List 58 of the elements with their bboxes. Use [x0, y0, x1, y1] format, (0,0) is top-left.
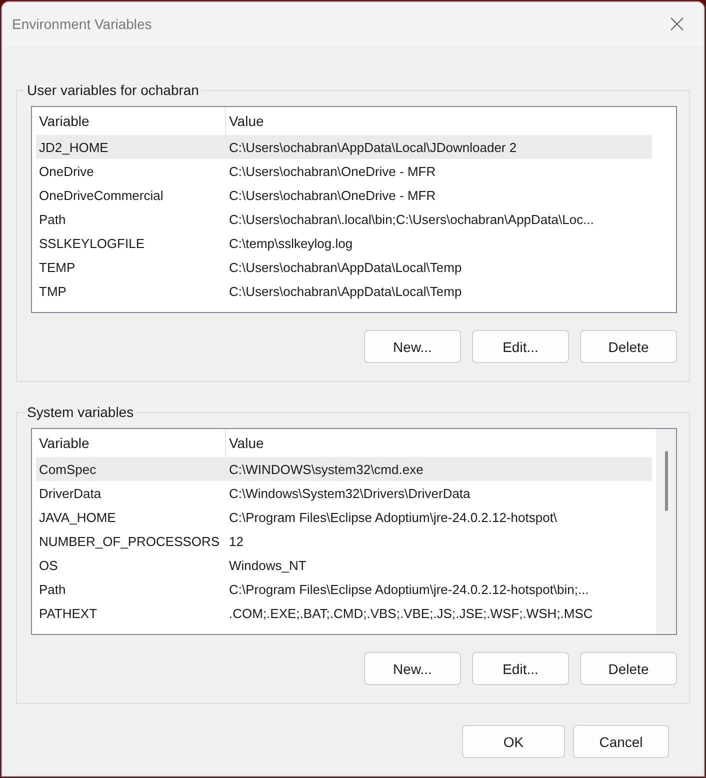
- variable-value: C:\Program Files\Eclipse Adoptium\jre-24.0.2.12-hotspot\bin;...: [228, 582, 589, 596]
- variable-name: TMP: [38, 284, 66, 298]
- list-row[interactable]: JAVA_HOME C:\Program Files\Eclipse Adoptium\jre-24.0.2.12-hotspot\: [36, 505, 652, 529]
- variable-name: OneDriveCommercial: [38, 188, 164, 202]
- window-title: Environment Variables: [12, 16, 152, 32]
- variable-value: C:\Users\ochabran\OneDrive - MFR: [228, 164, 436, 178]
- variable-value: C:\Users\ochabran\.local\bin;C:\Users\ochabran\AppData\Loc...: [228, 212, 594, 226]
- list-row[interactable]: TMP C:\Users\ochabran\AppData\Local\Temp: [36, 279, 652, 303]
- variable-name: Path: [38, 582, 66, 596]
- action-button[interactable]: Edit...: [472, 652, 569, 685]
- variable-value: C:\Windows\System32\Drivers\DriverData: [228, 486, 470, 500]
- action-button[interactable]: Delete: [580, 330, 677, 363]
- action-button[interactable]: New...: [364, 330, 461, 363]
- variable-value: 12: [228, 534, 244, 548]
- list-row[interactable]: PATHEXT .COM;.EXE;.BAT;.CMD;.VBS;.VBE;.JS;.JSE;.WSF;.WSH;.MSC: [36, 601, 652, 625]
- list-row[interactable]: TEMP C:\Users\ochabran\AppData\Local\Temp: [36, 255, 652, 279]
- variable-name: JAVA_HOME: [38, 510, 116, 524]
- dialog-button[interactable]: OK: [462, 725, 565, 758]
- list-row[interactable]: Path C:\Program Files\Eclipse Adoptium\jre-24.0.2.12-hotspot\bin;...: [36, 577, 652, 601]
- action-button[interactable]: Delete: [580, 652, 677, 685]
- list-row[interactable]: OS Windows_NT: [36, 553, 652, 577]
- close-icon: [670, 17, 684, 31]
- variable-name: ComSpec: [38, 462, 96, 476]
- variable-value: C:\Users\ochabran\AppData\Local\JDownloader 2: [228, 140, 517, 154]
- variable-value: C:\Users\ochabran\AppData\Local\Temp: [228, 260, 462, 274]
- scrollbar-thumb[interactable]: [664, 451, 668, 511]
- list-row[interactable]: OneDriveCommercial C:\Users\ochabran\OneDrive - MFR: [36, 183, 652, 207]
- variable-value: C:\temp\sslkeylog.log: [228, 236, 353, 250]
- variable-value: C:\WINDOWS\system32\cmd.exe: [228, 462, 424, 476]
- list-row[interactable]: JD2_HOME C:\Users\ochabran\AppData\Local\JDownloader 2: [36, 135, 652, 159]
- variable-value: .COM;.EXE;.BAT;.CMD;.VBS;.VBE;.JS;.JSE;.WSF;.WSH;.MSC: [228, 606, 593, 620]
- list-row[interactable]: OneDrive C:\Users\ochabran\OneDrive - MFR: [36, 159, 652, 183]
- list-row[interactable]: ComSpec C:\WINDOWS\system32\cmd.exe: [36, 457, 652, 481]
- variable-name: OneDrive: [38, 164, 94, 178]
- variable-value: C:\Users\ochabran\OneDrive - MFR: [228, 188, 436, 202]
- variable-name: TEMP: [38, 260, 76, 274]
- variable-name: JD2_HOME: [38, 140, 108, 154]
- column-header[interactable]: Value: [226, 429, 652, 457]
- list-row[interactable]: DriverData C:\Windows\System32\Drivers\DriverData: [36, 481, 652, 505]
- column-header[interactable]: Value: [226, 107, 652, 135]
- list-row[interactable]: NUMBER_OF_PROCESSORS 12: [36, 529, 652, 553]
- variable-name: DriverData: [38, 486, 102, 500]
- variable-name: OS: [38, 558, 58, 572]
- variable-name: Path: [38, 212, 66, 226]
- variable-name: SSLKEYLOGFILE: [38, 236, 144, 250]
- variable-value: C:\Program Files\Eclipse Adoptium\jre-24.0.2.12-hotspot\: [228, 510, 558, 524]
- action-button[interactable]: Edit...: [472, 330, 569, 363]
- variable-name: PATHEXT: [38, 606, 98, 620]
- scrollbar[interactable]: [656, 429, 676, 634]
- variable-value: Windows_NT: [228, 558, 306, 572]
- variable-name: NUMBER_OF_PROCESSORS: [38, 534, 220, 548]
- dialog-button[interactable]: Cancel: [573, 725, 669, 758]
- variable-value: C:\Users\ochabran\AppData\Local\Temp: [228, 284, 462, 298]
- group-title: System variables: [26, 404, 135, 420]
- list-row[interactable]: SSLKEYLOGFILE C:\temp\sslkeylog.log: [36, 231, 652, 255]
- list-row[interactable]: Path C:\Users\ochabran\.local\bin;C:\Users\ochabran\AppData\Loc...: [36, 207, 652, 231]
- action-button[interactable]: New...: [364, 652, 461, 685]
- group-title: User variables for ochabran: [26, 82, 200, 98]
